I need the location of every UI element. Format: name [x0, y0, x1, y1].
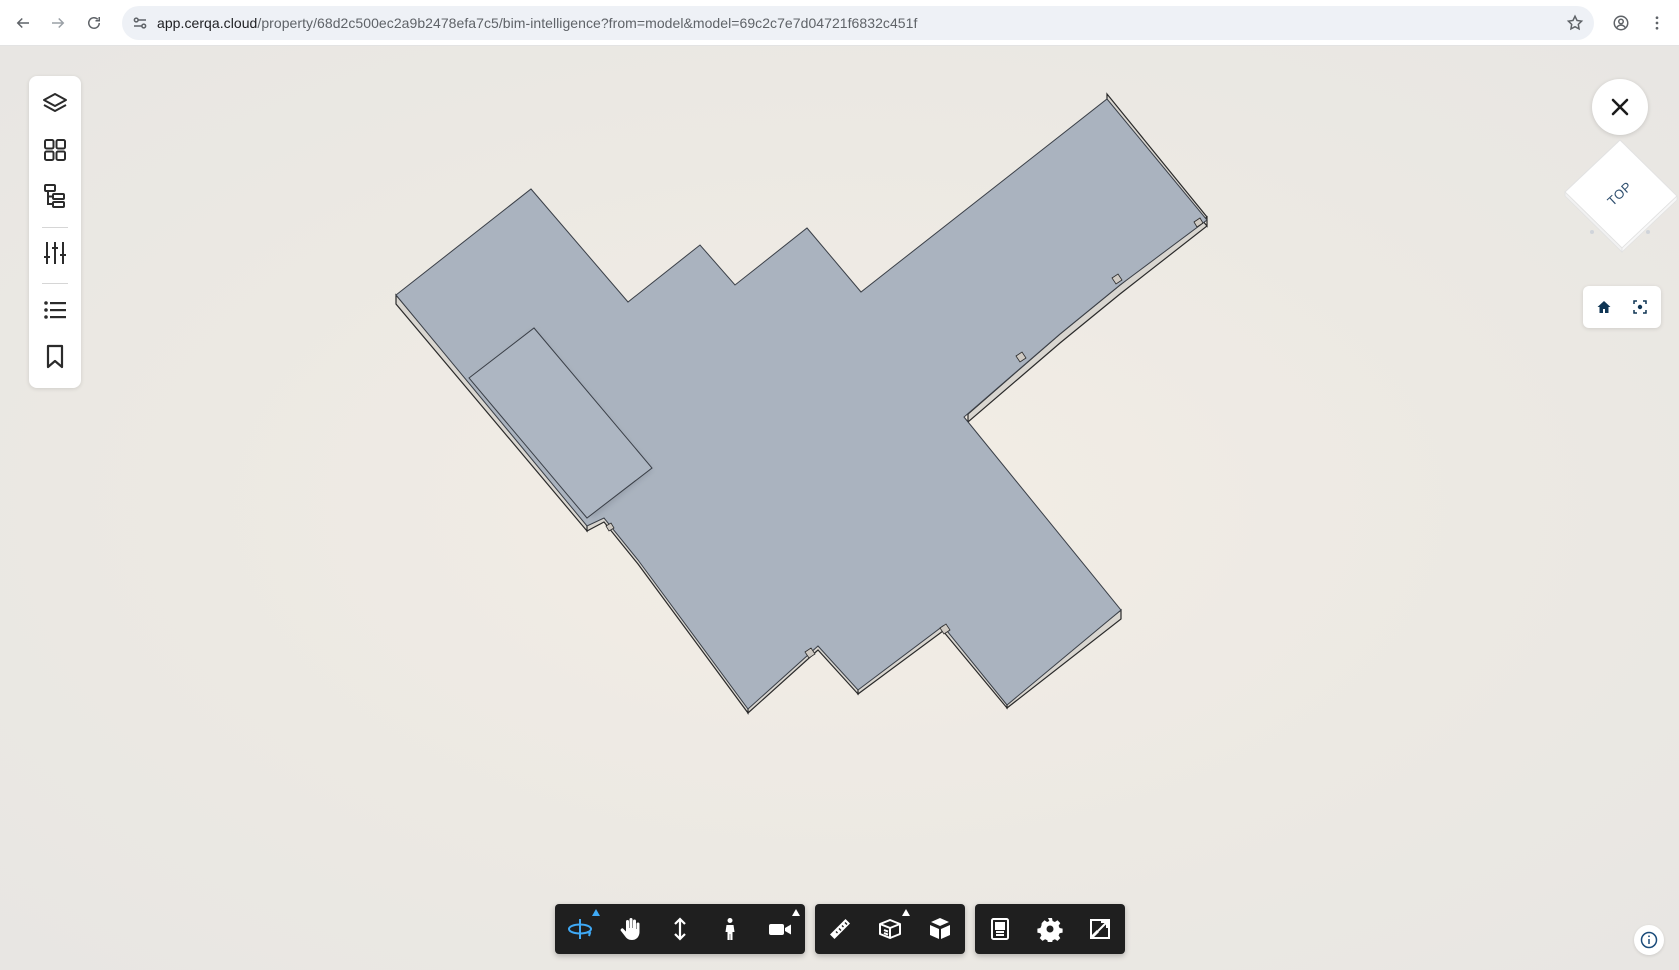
profile-button[interactable] [1607, 9, 1635, 37]
measure-button[interactable] [815, 904, 865, 954]
bim-viewer-canvas[interactable]: TOP [0, 46, 1679, 970]
forward-button[interactable] [44, 9, 72, 37]
panel-divider [42, 227, 68, 228]
more-vertical-icon [1655, 16, 1659, 30]
layers-button[interactable] [37, 86, 73, 122]
properties-panel-icon [991, 918, 1009, 940]
arrow-left-icon [16, 17, 29, 29]
settings-button[interactable] [1025, 904, 1075, 954]
zoom-button[interactable] [655, 904, 705, 954]
orbit-button[interactable] [555, 904, 605, 954]
explode-icon [930, 918, 950, 939]
pan-button[interactable] [605, 904, 655, 954]
url-path: /property/68d2c500ec2a9b2478efa7c5/bim-i… [257, 15, 918, 31]
model-tree-button[interactable] [37, 178, 73, 214]
hierarchy-icon [44, 184, 65, 208]
section-box-icon [879, 919, 901, 939]
measure-icon [830, 919, 850, 939]
layers-icon [43, 93, 67, 112]
url-host: app.cerqa.cloud [157, 15, 258, 31]
settings-toolbar [975, 904, 1125, 954]
camera-button[interactable] [755, 904, 805, 954]
info-icon [1640, 931, 1658, 949]
submenu-indicator [592, 909, 600, 916]
home-icon [1597, 301, 1611, 313]
building-model[interactable] [0, 46, 1679, 970]
bookmarks-button[interactable] [37, 338, 73, 374]
orbit-icon [568, 919, 592, 939]
site-settings-icon[interactable] [131, 14, 149, 32]
settings-gear-icon [1037, 918, 1063, 942]
list-button[interactable] [37, 292, 73, 328]
zoom-icon [674, 917, 686, 941]
close-icon [1611, 98, 1629, 116]
info-button[interactable] [1634, 925, 1664, 955]
properties-button[interactable] [37, 235, 73, 271]
browser-toolbar: app.cerqa.cloud/property/68d2c500ec2a9b2… [0, 0, 1679, 46]
reload-button[interactable] [80, 9, 108, 37]
properties-panel-button[interactable] [975, 904, 1025, 954]
panel-divider [42, 283, 68, 284]
focus-icon [1633, 300, 1647, 314]
arrow-right-icon [52, 17, 65, 29]
bookmark-icon [46, 344, 64, 369]
modeling-toolbar [815, 904, 965, 954]
browser-menu-button[interactable] [1643, 9, 1671, 37]
grid-button[interactable] [37, 132, 73, 168]
close-viewer-button[interactable] [1592, 79, 1648, 135]
account-icon [1613, 15, 1629, 31]
pan-icon [620, 918, 640, 940]
fit-to-view-button[interactable] [1625, 292, 1655, 322]
url-text: app.cerqa.cloud/property/68d2c500ec2a9b2… [157, 15, 917, 31]
grid-icon [44, 139, 66, 161]
bookmark-star-icon[interactable] [1566, 14, 1584, 32]
reload-icon [88, 17, 100, 29]
submenu-indicator [792, 909, 800, 916]
fullscreen-button[interactable] [1075, 904, 1125, 954]
fullscreen-icon [1089, 919, 1110, 940]
left-tool-panel [29, 76, 81, 388]
camera-icon [769, 924, 791, 935]
explode-button[interactable] [915, 904, 965, 954]
sliders-icon [44, 242, 66, 264]
view-cube[interactable]: TOP [1560, 136, 1679, 256]
navigation-toolbar [555, 904, 805, 954]
walk-button[interactable] [705, 904, 755, 954]
home-view-button[interactable] [1589, 292, 1619, 322]
walk-icon [725, 918, 735, 940]
back-button[interactable] [9, 9, 37, 37]
address-bar[interactable]: app.cerqa.cloud/property/68d2c500ec2a9b2… [122, 6, 1594, 40]
camera-controls [1583, 286, 1661, 328]
submenu-indicator [902, 909, 910, 916]
list-icon [44, 301, 66, 319]
section-box-button[interactable] [865, 904, 915, 954]
